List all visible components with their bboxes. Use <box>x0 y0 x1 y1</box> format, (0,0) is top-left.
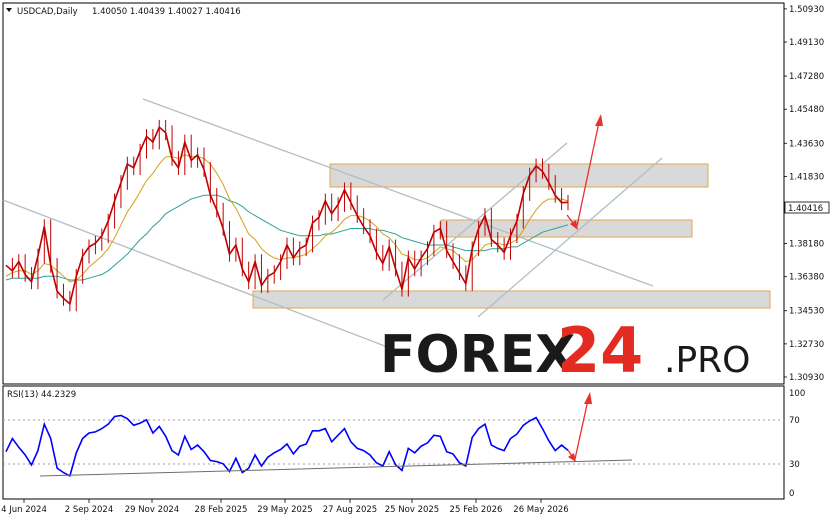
price-tick-label: 1.43630 <box>789 139 824 149</box>
price-tick-label: 1.34530 <box>789 307 824 317</box>
time-tick-label: 4 Jun 2024 <box>1 505 47 515</box>
price-axis: 1.50930 1.49130 1.47280 1.45480 1.43630 1.418… <box>784 5 824 383</box>
watermark-number: 24 <box>557 314 643 387</box>
rsi-panel-frame <box>2 385 785 500</box>
price-tick-label: 1.50930 <box>789 5 824 15</box>
price-tick-label: 1.32730 <box>789 340 824 350</box>
chart-canvas: FOREX 24 .PRO USDCAD,Daily 1.40050 1.404… <box>1 2 830 515</box>
price-tag-value: 1.40416 <box>788 204 823 214</box>
time-tick-label: 25 Feb 2026 <box>450 505 503 515</box>
rsi-tick-70: 70 <box>789 416 800 426</box>
rsi-tick-0: 0 <box>789 489 794 499</box>
time-tick-label: 29 May 2025 <box>257 505 312 515</box>
support-zone <box>252 290 771 309</box>
watermark-brand: FOREX <box>380 325 575 385</box>
price-tick-label: 1.30930 <box>789 373 824 383</box>
price-tick-label: 1.47280 <box>789 72 824 82</box>
time-tick-label: 27 Aug 2025 <box>323 505 377 515</box>
time-tick-label: 29 Nov 2024 <box>125 505 179 515</box>
current-price-tag: 1.40416 <box>784 201 830 214</box>
rsi-axis: 100 70 30 0 <box>789 389 805 499</box>
time-axis: 4 Jun 2024 2 Sep 2024 29 Nov 2024 28 Feb 20… <box>1 499 569 515</box>
watermark-suffix: .PRO <box>664 340 751 381</box>
rsi-label: RSI(13) 44.2329 <box>7 390 76 400</box>
time-tick-label: 28 Feb 2025 <box>195 505 248 515</box>
trading-chart: FOREX 24 .PRO USDCAD,Daily 1.40050 1.404… <box>0 0 831 521</box>
symbol-label: USDCAD,Daily <box>17 7 78 17</box>
price-tick-label: 1.41830 <box>789 172 824 182</box>
time-tick-label: 2 Sep 2024 <box>65 505 113 515</box>
time-tick-label: 26 May 2026 <box>513 505 568 515</box>
ohlc-label: 1.40050 1.40439 1.40027 1.40416 <box>92 7 241 17</box>
rsi-tick-100: 100 <box>789 389 805 399</box>
time-tick-label: 25 Nov 2025 <box>385 505 439 515</box>
rsi-tick-30: 30 <box>789 460 800 470</box>
price-tick-label: 1.49130 <box>789 38 824 48</box>
price-tick-label: 1.36380 <box>789 273 824 283</box>
price-tick-label: 1.45480 <box>789 105 824 115</box>
price-tick-label: 1.38180 <box>789 240 824 250</box>
